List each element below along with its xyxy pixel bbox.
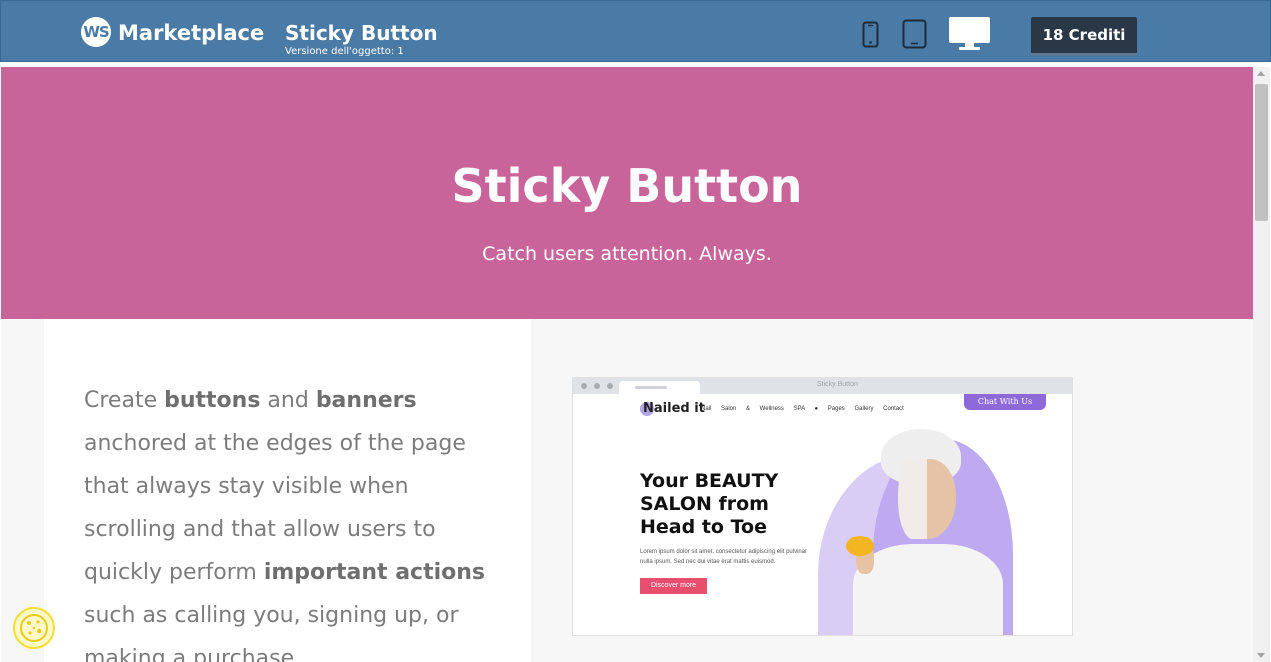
tablet-icon[interactable] — [902, 19, 927, 54]
item-version: Versione dell'oggetto: 1 — [285, 46, 404, 57]
window-dot-icon — [607, 383, 613, 389]
scroll-up-arrow-icon[interactable] — [1257, 71, 1265, 76]
desc-bold-important-actions: important actions — [263, 560, 486, 585]
ws-logo[interactable]: WS — [81, 17, 111, 47]
hero-banner: Sticky Button Catch users attention. Alw… — [1, 67, 1253, 319]
preview-tab — [619, 381, 700, 394]
vertical-scrollbar[interactable] — [1253, 67, 1270, 662]
window-dot-icon — [594, 383, 600, 389]
description-text: Create buttons and banners anchored at t… — [84, 379, 504, 662]
preview-logo-text: Nailed it — [643, 401, 705, 416]
preview-nav: Nail Salon & Wellness SPA ● Pages Galler… — [701, 406, 904, 412]
preview-tab-bar — [635, 386, 667, 389]
cookie-icon[interactable] — [13, 607, 55, 649]
desc-part: such as calling you, signing up, or maki… — [84, 603, 459, 662]
preview-website: Nailed it Nail Salon & Wellness SPA ● Pa… — [573, 394, 1072, 635]
scroll-thumb[interactable] — [1255, 84, 1268, 221]
hero-subtitle: Catch users attention. Always. — [482, 243, 772, 265]
credits-button[interactable]: 18 Crediti — [1031, 17, 1137, 56]
preview-lorem: Lorem ipsum dolor sit amet, consectetur … — [640, 549, 808, 565]
preview-chat-button: Chat With Us — [964, 394, 1046, 410]
preview-orange-shape — [846, 536, 874, 556]
desc-part: and — [260, 388, 316, 413]
preview-mask-shape — [898, 459, 927, 539]
preview-image: Sticky Button Nailed it Nail Salon & Wel… — [572, 377, 1073, 636]
brand-name[interactable]: Marketplace — [118, 21, 264, 45]
description-column: Create buttons and banners anchored at t… — [44, 319, 531, 662]
top-bar: WS Marketplace Sticky Button Versione de… — [0, 0, 1271, 62]
desc-part: Create — [84, 388, 165, 413]
scroll-down-arrow-icon[interactable] — [1257, 653, 1265, 658]
phone-icon[interactable] — [862, 21, 879, 53]
desktop-icon[interactable] — [948, 16, 991, 56]
preview-tab-title: Sticky Button — [817, 381, 858, 388]
preview-browser-chrome: Sticky Button — [573, 378, 1072, 394]
window-dot-icon — [581, 383, 587, 389]
preview-robe-shape — [853, 544, 1003, 635]
preview-headline: Your BEAUTY SALON from Head to Toe — [640, 470, 779, 538]
desc-bold-banners: banners — [315, 388, 417, 413]
preview-cta-button: Discover more — [640, 578, 707, 594]
hero-title: Sticky Button — [451, 159, 803, 213]
page-title: Sticky Button — [285, 21, 438, 45]
desc-bold-buttons: buttons — [164, 388, 261, 413]
